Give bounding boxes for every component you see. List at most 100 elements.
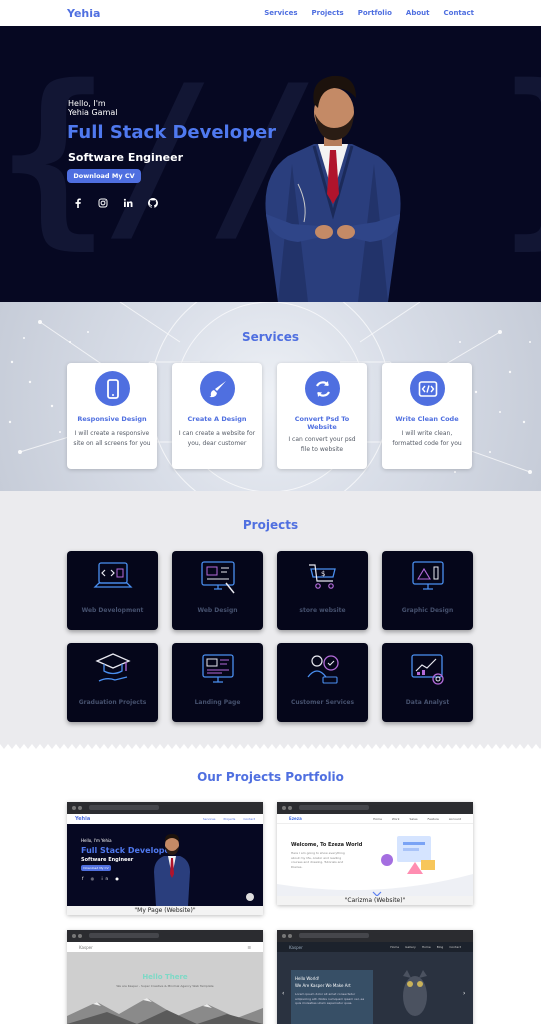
sync-icon	[305, 371, 340, 406]
hero-name: Yehia Gamal	[68, 108, 118, 117]
hero-title: Full Stack Developer	[67, 122, 277, 143]
portfolio-preview: Kasper ☰ Hello There We are Kasper - Sup…	[67, 942, 263, 1024]
services-section: Services Responsive Design I will create…	[0, 302, 541, 491]
brand-logo[interactable]: Yehia	[67, 7, 100, 20]
instagram-icon[interactable]	[96, 196, 110, 210]
project-card-web-design[interactable]: Web Design	[172, 551, 263, 630]
preview-button: Download My CV	[81, 865, 111, 871]
service-desc: I can create a website for you, dear cus…	[178, 430, 256, 447]
carousel-prev-icon: ‹	[282, 990, 285, 997]
preview-link: Blog	[436, 945, 444, 949]
nav-link-portfolio[interactable]: Portfolio	[358, 9, 392, 17]
nav-link-services[interactable]: Services	[264, 9, 297, 17]
preview-portrait	[154, 834, 190, 906]
service-card-psd[interactable]: Convert Psd To Website I can convert you…	[277, 363, 367, 469]
preview-text: Lorem ipsum dolor sit amet consectetur a…	[295, 992, 365, 1005]
service-desc: I will write clean, formatted code for y…	[392, 430, 462, 447]
preview-wave	[277, 874, 473, 896]
portfolio-card-kasper-dark[interactable]: Kasper Home Gallery Home Blog Contact He…	[277, 930, 473, 1024]
preview-link: Feature	[427, 816, 439, 821]
service-card-responsive[interactable]: Responsive Design I will create a respon…	[67, 363, 157, 469]
service-title: Write Clean Code	[395, 415, 459, 423]
project-card-graphic-design[interactable]: Graphic Design	[382, 551, 473, 630]
preview-mountains	[67, 998, 263, 1024]
svg-text:$: $	[321, 570, 325, 578]
project-card-landing-page[interactable]: Landing Page	[172, 643, 263, 722]
service-title: Convert Psd To Website	[294, 415, 350, 432]
project-label: Web Development	[81, 607, 144, 614]
github-icon[interactable]	[146, 196, 160, 210]
browser-bar	[277, 930, 473, 942]
portfolio-caption: "My Page (Website)"	[67, 906, 263, 915]
preview-link: Home	[373, 816, 382, 821]
code-brace-decoration-right: }	[498, 61, 541, 251]
preview-greeting: Hello, I'm Yehia	[81, 838, 112, 843]
web-design-icon	[201, 561, 235, 594]
graphic-design-icon	[412, 561, 444, 590]
project-label: store website	[299, 607, 346, 614]
preview-brand: Yehia	[75, 816, 91, 822]
menu-icon: ☰	[247, 944, 251, 950]
preview-owl	[403, 970, 427, 1016]
preview-brand: Kasper	[289, 944, 303, 950]
services-title: Services	[241, 330, 300, 344]
service-card-design[interactable]: Create A Design I can create a website f…	[172, 363, 262, 469]
preview-link: Home	[421, 945, 431, 949]
project-label: Graphic Design	[401, 607, 454, 614]
linkedin-icon[interactable]	[121, 196, 135, 210]
browser-bar	[67, 930, 263, 942]
portfolio-card-carizma[interactable]: Ezeza Home Work Sales Feature Account We…	[277, 802, 473, 905]
portfolio-preview: Ezeza Home Work Sales Feature Account We…	[277, 814, 473, 896]
service-desc: I can convert your psd file to website	[288, 436, 356, 453]
store-icon: $	[309, 564, 336, 589]
portfolio-section: Our Projects Portfolio Yehia Services Pr…	[0, 750, 541, 1024]
project-card-web-development[interactable]: Web Development	[67, 551, 158, 630]
graduation-cap-icon	[95, 653, 131, 682]
preview-brand: Ezeza	[289, 816, 302, 821]
mobile-icon	[95, 371, 130, 406]
service-card-code[interactable]: Write Clean Code I will write clean, for…	[382, 363, 472, 469]
project-label: Landing Page	[194, 699, 241, 706]
preview-text: We are Kasper - Super Creative & Minimal…	[116, 984, 214, 988]
nav-link-contact[interactable]: Contact	[444, 9, 475, 17]
project-label: Graduation Projects	[78, 699, 147, 706]
project-card-store[interactable]: $ store website	[277, 551, 368, 630]
hero-greeting: Hello, I'm	[68, 99, 106, 108]
portfolio-title: Our Projects Portfolio	[197, 770, 344, 784]
preview-socials: f ◎ in ●	[82, 876, 122, 881]
top-navbar: Yehia Services Projects Portfolio About …	[0, 0, 541, 26]
project-label: Data Analyst	[405, 699, 450, 706]
preview-link: Account	[448, 816, 461, 821]
project-card-customer-services[interactable]: Customer Services	[277, 643, 368, 722]
carousel-next-icon: ›	[463, 990, 466, 997]
preview-link: Contact	[449, 945, 461, 949]
code-icon	[410, 371, 445, 406]
brush-icon	[200, 371, 235, 406]
portfolio-card-kasper-light[interactable]: Kasper ☰ Hello There We are Kasper - Sup…	[67, 930, 263, 1024]
preview-link: Gallery	[405, 945, 416, 949]
nav-links: Services Projects Portfolio About Contac…	[264, 9, 474, 17]
projects-section: Projects Web Development Web Design $ st	[0, 491, 541, 744]
preview-heading: Hello There	[142, 973, 188, 981]
portfolio-preview: Kasper Home Gallery Home Blog Contact He…	[277, 942, 473, 1024]
project-label: Web Design	[197, 607, 238, 614]
preview-text: Here I am going to show everything about…	[291, 851, 345, 869]
portfolio-preview: Yehia Services Projects Contact Hello, I…	[67, 814, 263, 906]
preview-heading: Welcome, To Ezeza World	[291, 842, 363, 848]
preview-link: Sales	[409, 816, 418, 821]
social-links	[71, 196, 160, 210]
browser-bar	[67, 802, 263, 814]
project-card-data-analyst[interactable]: Data Analyst	[382, 643, 473, 722]
download-cv-button[interactable]: Download My CV	[67, 169, 141, 183]
preview-subtitle: Software Engineer	[81, 857, 134, 863]
nav-link-about[interactable]: About	[406, 9, 430, 17]
project-label: Customer Services	[290, 699, 355, 706]
portfolio-card-my-page[interactable]: Yehia Services Projects Contact Hello, I…	[67, 802, 263, 915]
nav-link-projects[interactable]: Projects	[312, 9, 344, 17]
web-development-icon	[93, 562, 133, 588]
facebook-icon[interactable]	[71, 196, 85, 210]
preview-heading-2: We Are Kasper We Make Art	[295, 983, 351, 988]
section-divider	[0, 738, 541, 749]
project-card-graduation[interactable]: Graduation Projects	[67, 643, 158, 722]
preview-link: Work	[391, 816, 400, 821]
